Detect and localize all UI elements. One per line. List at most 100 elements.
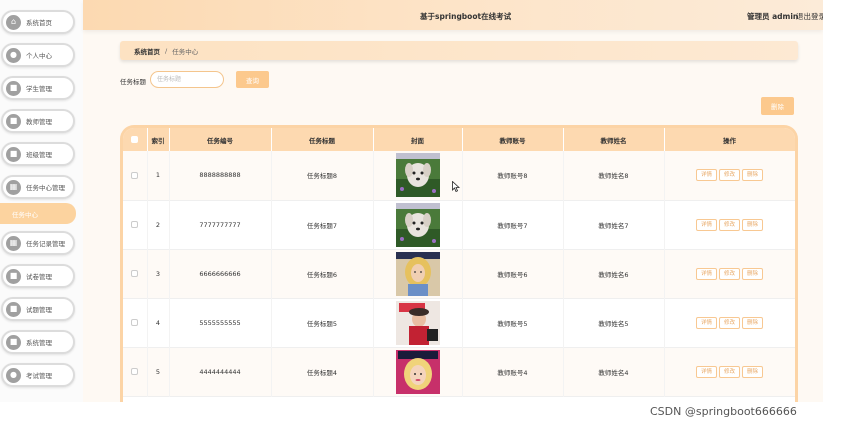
- actions-cell: 详情 修改 删除: [664, 347, 795, 396]
- sidebar-item-label: 试卷管理: [26, 273, 52, 281]
- teacher-name-cell: 教师姓名7: [563, 200, 665, 249]
- index-cell: 1: [147, 151, 170, 200]
- breadcrumb: 系统首页 / 任务中心: [120, 41, 798, 60]
- table-row: 2 7777777777 任务标题7 教师账号7 教师姓名7 详情 修改 删除: [123, 200, 795, 249]
- task-code-cell: 4444444444: [169, 347, 272, 396]
- column-header: 封面: [373, 128, 463, 151]
- column-header: 操作: [664, 128, 795, 151]
- teacher-account-cell: 教师账号7: [462, 200, 564, 249]
- search-label: 任务标题: [120, 78, 146, 86]
- edit-button[interactable]: 修改: [719, 316, 740, 329]
- cover-cell: [373, 151, 463, 200]
- cover-image: [395, 202, 440, 247]
- cover-image: [395, 300, 440, 345]
- sidebar-item-label: 系统首页: [26, 19, 52, 27]
- user-icon: ●: [6, 47, 21, 63]
- delete-button[interactable]: 删除: [742, 316, 763, 329]
- row-checkbox[interactable]: [131, 368, 139, 375]
- teacher-icon: ■: [6, 113, 21, 129]
- task-title-cell: 任务标题6: [271, 249, 374, 298]
- mouse-cursor-icon: [452, 181, 460, 192]
- column-header: 任务编号: [169, 128, 272, 151]
- batch-delete-button[interactable]: 删除: [761, 97, 794, 115]
- app-title: 基于springboot在线考试: [420, 12, 512, 21]
- select-all-cell: [123, 128, 148, 151]
- sidebar-item-label: 个人中心: [26, 52, 52, 60]
- teacher-name-cell: 教师姓名8: [563, 151, 665, 200]
- teacher-account-cell: 教师账号8: [462, 151, 564, 200]
- detail-button[interactable]: 详情: [696, 316, 717, 329]
- detail-button[interactable]: 详情: [696, 267, 717, 280]
- edit-button[interactable]: 修改: [719, 218, 740, 231]
- detail-button[interactable]: 详情: [696, 218, 717, 231]
- select-all-checkbox[interactable]: [131, 136, 139, 143]
- task-code-cell: 6666666666: [169, 249, 272, 298]
- home-icon: ⌂: [6, 14, 21, 30]
- actions-cell: 详情 修改 删除: [664, 151, 795, 200]
- sidebar-item-label: 试题管理: [26, 306, 52, 314]
- task-code-cell: 5555555555: [169, 298, 272, 347]
- task-table: 索引 任务编号 任务标题 封面 教师账号 教师姓名 操作 1 8888888888…: [120, 125, 798, 402]
- sidebar-item-label: 系统管理: [26, 339, 52, 347]
- task-code-cell: 8888888888: [169, 151, 272, 200]
- sidebar-subitem-task-center[interactable]: 任务中心: [0, 203, 76, 224]
- breadcrumb-current: 任务中心: [172, 47, 199, 56]
- breadcrumb-home[interactable]: 系统首页: [134, 46, 160, 56]
- delete-button[interactable]: 删除: [742, 365, 763, 378]
- right-margin: [823, 0, 848, 427]
- cover-cell: [373, 200, 463, 249]
- search-input[interactable]: [150, 71, 224, 88]
- sidebar-item-task-center[interactable]: ▦ 任务中心管理: [1, 175, 75, 199]
- sidebar-item-teachers[interactable]: ■ 教师管理: [1, 109, 75, 133]
- actions-cell: 详情 修改 删除: [664, 298, 795, 347]
- sidebar-item-profile[interactable]: ● 个人中心: [1, 43, 75, 67]
- row-select-cell: [123, 249, 148, 298]
- cover-image: [395, 153, 440, 198]
- index-cell: 5: [147, 347, 170, 396]
- table-row: 5 4444444444 任务标题4 教师账号4 教师姓名4 详情 修改 删除: [123, 347, 795, 396]
- sidebar-item-papers[interactable]: ■ 试卷管理: [1, 264, 75, 288]
- edit-button[interactable]: 修改: [719, 169, 740, 182]
- teacher-name-cell: 教师姓名4: [563, 347, 665, 396]
- delete-button[interactable]: 删除: [742, 169, 763, 182]
- sidebar-item-label: 任务记录管理: [26, 240, 65, 248]
- teacher-account-cell: 教师账号6: [462, 249, 564, 298]
- sidebar-item-label: 教师管理: [26, 118, 52, 126]
- search-button[interactable]: 查询: [236, 71, 269, 88]
- table-row: 4 5555555555 任务标题5 教师账号5 教师姓名5 详情 修改 删除: [123, 298, 795, 347]
- teacher-account-cell: 教师账号5: [462, 298, 564, 347]
- edit-button[interactable]: 修改: [719, 365, 740, 378]
- cover-cell: [373, 249, 463, 298]
- delete-button[interactable]: 删除: [742, 218, 763, 231]
- sidebar-item-task-records[interactable]: ▦ 任务记录管理: [1, 231, 75, 255]
- cover-image: [395, 251, 440, 296]
- cover-cell: [373, 298, 463, 347]
- grid-icon: ▦: [6, 179, 21, 195]
- actions-cell: 详情 修改 删除: [664, 249, 795, 298]
- cover-cell: [373, 347, 463, 396]
- delete-button[interactable]: 删除: [742, 267, 763, 280]
- logout-link[interactable]: 退出登录: [796, 11, 826, 22]
- task-title-cell: 任务标题8: [271, 151, 374, 200]
- sidebar-item-label: 考试管理: [26, 372, 52, 380]
- edit-button[interactable]: 修改: [719, 267, 740, 280]
- sidebar-item-students[interactable]: ■ 学生管理: [1, 76, 75, 100]
- sidebar-item-label: 学生管理: [26, 85, 52, 93]
- index-cell: 2: [147, 200, 170, 249]
- row-checkbox[interactable]: [131, 270, 139, 277]
- sidebar-item-system[interactable]: ■ 系统管理: [1, 330, 75, 354]
- detail-button[interactable]: 详情: [696, 365, 717, 378]
- sidebar-item-home[interactable]: ⌂ 系统首页: [1, 10, 75, 34]
- sidebar-item-classes[interactable]: ■ 班级管理: [1, 142, 75, 166]
- sidebar-item-questions[interactable]: ■ 试题管理: [1, 297, 75, 321]
- row-checkbox[interactable]: [131, 171, 139, 179]
- row-checkbox[interactable]: [131, 319, 139, 326]
- sidebar-item-exams[interactable]: ● 考试管理: [1, 363, 75, 387]
- sidebar-item-label: 任务中心管理: [26, 184, 65, 192]
- row-checkbox[interactable]: [131, 221, 139, 228]
- table-header-row: 索引 任务编号 任务标题 封面 教师账号 教师姓名 操作: [123, 128, 795, 151]
- task-code-cell: 7777777777: [169, 200, 272, 249]
- detail-button[interactable]: 详情: [696, 169, 717, 182]
- actions-cell: 详情 修改 删除: [664, 200, 795, 249]
- column-header: 任务标题: [271, 128, 374, 151]
